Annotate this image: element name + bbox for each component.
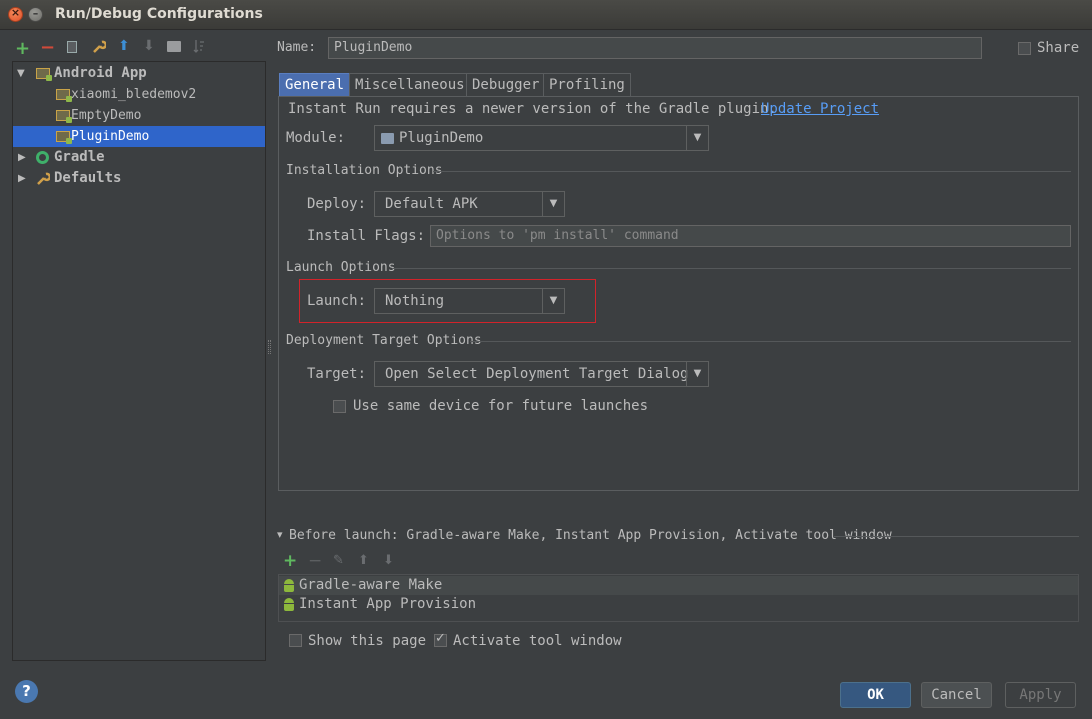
same-device-checkbox[interactable] [333,400,346,413]
target-label: Target: [307,366,367,382]
module-select[interactable]: PluginDemo ▼ [374,125,709,151]
list-item[interactable]: Gradle-aware Make [279,576,1078,595]
folder-icon[interactable] [167,41,181,52]
module-icon [381,133,394,144]
tree-item-label: xiaomi_bledemov2 [71,87,197,102]
tab-miscellaneous[interactable]: Miscellaneous [349,73,471,97]
before-launch-header[interactable]: Before launch: Gradle-aware Make, Instan… [289,528,892,543]
show-page-label: Show this page [308,633,427,649]
task-label: Instant App Provision [299,596,477,612]
android-folder-icon [36,68,52,81]
module-label: Module: [286,130,346,146]
deploy-label: Deploy: [307,196,367,212]
deploy-select[interactable]: Default APK ▼ [374,191,565,217]
apply-button[interactable]: Apply [1005,682,1076,708]
wrench-icon[interactable] [92,40,108,54]
launch-label: Launch: [307,293,367,309]
tree-item-label: EmptyDemo [71,108,142,123]
tree-item-label: Defaults [54,170,122,186]
tree-item-label: Gradle [54,149,105,165]
install-flags-input[interactable]: Options to 'pm install' command [430,225,1071,247]
target-select[interactable]: Open Select Deployment Target Dialog ▼ [374,361,709,387]
share-checkbox[interactable] [1018,42,1031,55]
update-project-link[interactable]: Update Project [761,101,879,117]
chevron-down-icon[interactable]: ▼ [542,192,564,216]
tab-profiling[interactable]: Profiling [543,73,631,97]
android-config-icon [56,131,72,144]
section-divider [433,171,1071,172]
activate-tool-window-label: Activate tool window [453,633,622,649]
wrench-icon [36,172,52,186]
tree-item-gradle[interactable]: ▶ Gradle [13,147,265,168]
tree-item-label: PluginDemo [71,129,150,144]
tab-debugger[interactable]: Debugger [466,73,546,97]
deploy-value: Default APK [385,196,478,212]
target-value: Open Select Deployment Target Dialog [385,366,689,382]
install-flags-label: Install Flags: [307,228,426,244]
configuration-tree[interactable]: ▼ Android App xiaomi_bledemov2 EmptyDemo… [12,61,266,661]
activate-tool-window-checkbox[interactable] [434,631,447,647]
splitter-handle[interactable] [268,340,271,354]
task-label: Gradle-aware Make [299,577,443,593]
expand-arrow-icon[interactable]: ▼ [17,63,25,84]
title-bar: × – Run/Debug Configurations [0,0,1092,30]
chevron-down-icon[interactable]: ▼ [542,289,564,313]
android-icon [283,579,295,592]
gradle-icon [36,151,49,164]
tree-item-emptydemo[interactable]: EmptyDemo [13,105,265,126]
chevron-down-icon[interactable]: ▼ [686,126,708,150]
add-icon[interactable]: + [15,38,30,59]
move-up-icon[interactable]: ⬆ [118,38,130,54]
section-divider [470,341,1071,342]
minimize-window-button[interactable]: – [28,7,43,22]
instant-run-message: Instant Run requires a newer version of … [288,101,777,117]
before-launch-list[interactable]: Gradle-aware Make Instant App Provision [278,574,1079,622]
move-task-up-icon[interactable]: ⬆ [358,553,369,568]
move-down-icon[interactable]: ⬇ [143,38,155,54]
launch-select[interactable]: Nothing ▼ [374,288,565,314]
edit-task-icon[interactable]: ✎ [333,553,344,568]
collapsed-arrow-icon[interactable]: ▶ [18,168,26,189]
launch-options-title: Launch Options [286,260,396,275]
close-icon: × [10,6,21,19]
tree-item-plugindemo[interactable]: PluginDemo [13,126,265,147]
section-divider [834,536,1079,537]
tab-general[interactable]: General [279,73,351,97]
module-value: PluginDemo [399,130,484,146]
android-config-icon [56,110,72,123]
sort-icon[interactable] [193,39,205,53]
window-title: Run/Debug Configurations [55,6,263,22]
deployment-target-title: Deployment Target Options [286,333,482,348]
collapsed-arrow-icon[interactable]: ▶ [18,147,26,168]
copy-icon[interactable] [67,41,77,53]
remove-icon[interactable]: − [40,37,55,58]
tree-item-xiaomi-bledemov2[interactable]: xiaomi_bledemov2 [13,84,265,105]
name-label: Name: [277,40,317,55]
same-device-label: Use same device for future launches [353,398,649,414]
android-icon [283,598,295,611]
android-config-icon [56,89,72,102]
cancel-button[interactable]: Cancel [921,682,992,708]
launch-value: Nothing [385,293,445,309]
add-task-icon[interactable]: + [283,551,297,571]
installation-options-title: Installation Options [286,163,443,178]
tree-item-defaults[interactable]: ▶ Defaults [13,168,265,189]
list-item[interactable]: Instant App Provision [279,595,1078,614]
tree-item-android-app[interactable]: ▼ Android App [13,63,265,84]
tree-item-label: Android App [54,65,147,81]
chevron-down-icon[interactable]: ▼ [686,362,708,386]
show-page-checkbox[interactable] [289,634,302,647]
help-button[interactable]: ? [15,680,38,703]
section-divider [392,268,1071,269]
move-task-down-icon[interactable]: ⬇ [383,553,394,568]
minimize-icon: – [32,7,39,20]
collapse-icon[interactable]: ▾ [277,528,283,541]
remove-task-icon[interactable]: − [308,551,322,571]
close-window-button[interactable]: × [8,6,23,22]
share-label: Share [1037,40,1080,56]
name-input[interactable]: PluginDemo [328,37,982,59]
ok-button[interactable]: OK [840,682,911,708]
